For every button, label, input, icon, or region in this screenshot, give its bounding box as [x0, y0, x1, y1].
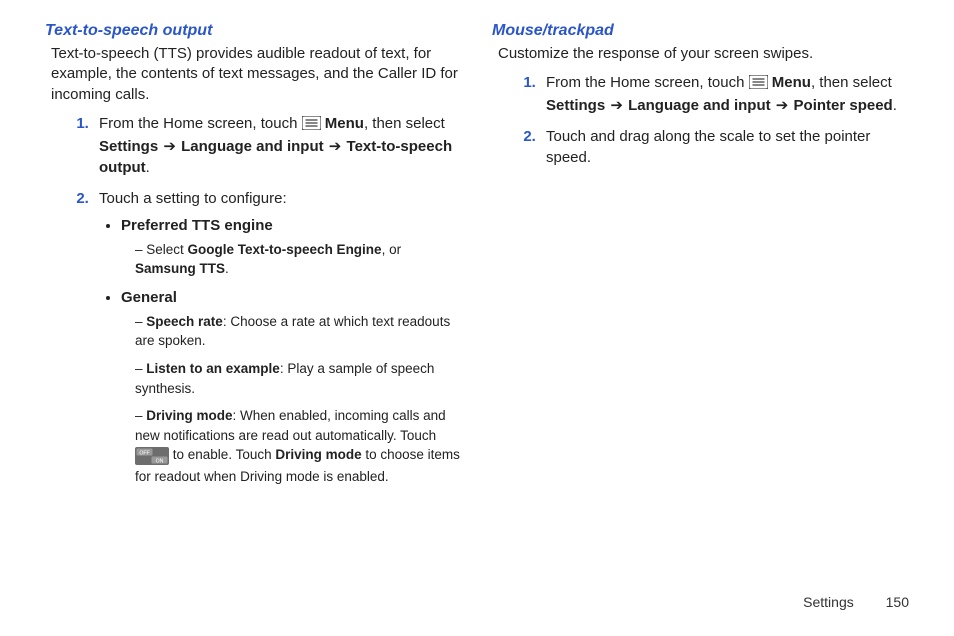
arrow-icon: ➔ [328, 136, 343, 157]
text: Select [146, 242, 187, 257]
dash-list: Select Google Text-to-speech Engine, or … [135, 240, 462, 279]
language-label: Language and input [181, 138, 324, 155]
dash-select-engine: Select Google Text-to-speech Engine, or … [135, 240, 462, 279]
page-footer: Settings 150 [803, 594, 909, 610]
arrow-icon: ➔ [609, 95, 624, 116]
bullet-general: General Speech rate: Choose a rate at wh… [121, 287, 462, 487]
menu-icon [749, 74, 768, 95]
tts-step-2: Touch a setting to configure: Preferred … [93, 188, 462, 487]
bullet-preferred-engine: Preferred TTS engine Select Google Text-… [121, 215, 462, 279]
text: . [146, 159, 150, 176]
bullet-label: Preferred TTS engine [121, 217, 273, 234]
on-label: ON [156, 459, 164, 465]
k: Speech rate [146, 314, 223, 329]
menu-label: Menu [772, 74, 811, 91]
dash-listen-example: Listen to an example: Play a sample of s… [135, 359, 462, 398]
tts-intro: Text-to-speech (TTS) provides audible re… [51, 44, 462, 105]
settings-label: Settings [99, 138, 158, 155]
bullet-label: General [121, 289, 177, 306]
footer-section: Settings [803, 594, 854, 610]
right-column: Mouse/trackpad Customize the response of… [492, 22, 909, 636]
arrow-icon: ➔ [162, 136, 177, 157]
text: From the Home screen, touch [99, 115, 302, 132]
k: Driving mode [146, 408, 232, 423]
mouse-step-1: From the Home screen, touch Menu, then s… [540, 72, 909, 116]
tts-bullets: Preferred TTS engine Select Google Text-… [103, 215, 462, 487]
text: , then select [364, 115, 445, 132]
text: to enable. Touch [173, 447, 276, 462]
mouse-heading: Mouse/trackpad [492, 22, 909, 40]
text: . [893, 97, 897, 114]
pointer-speed-label: Pointer speed [794, 97, 893, 114]
mouse-intro: Customize the response of your screen sw… [498, 44, 909, 64]
off-label: OFF [139, 451, 149, 457]
text: From the Home screen, touch [546, 74, 749, 91]
text: . [225, 261, 229, 276]
settings-label: Settings [546, 97, 605, 114]
dash-driving-mode: Driving mode: When enabled, incoming cal… [135, 406, 462, 486]
arrow-icon: ➔ [775, 95, 790, 116]
off-on-toggle-icon: OFF ON [135, 447, 169, 467]
text: , or [382, 242, 402, 257]
dash-list: Speech rate: Choose a rate at which text… [135, 312, 462, 487]
dash-speech-rate: Speech rate: Choose a rate at which text… [135, 312, 462, 351]
text: Touch and drag along the scale to set th… [546, 128, 870, 166]
footer-page-number: 150 [886, 594, 909, 610]
k: Listen to an example [146, 361, 280, 376]
menu-icon [302, 115, 321, 136]
mouse-steps: From the Home screen, touch Menu, then s… [514, 72, 909, 168]
tts-steps: From the Home screen, touch Menu, then s… [67, 113, 462, 487]
left-column: Text-to-speech output Text-to-speech (TT… [45, 22, 462, 636]
driving-mode-label: Driving mode [275, 447, 361, 462]
google-engine: Google Text-to-speech Engine [188, 242, 382, 257]
menu-label: Menu [325, 115, 364, 132]
language-label: Language and input [628, 97, 771, 114]
tts-step-1: From the Home screen, touch Menu, then s… [93, 113, 462, 178]
tts-heading: Text-to-speech output [45, 22, 462, 40]
text: , then select [811, 74, 892, 91]
text: Touch a setting to configure: [99, 190, 287, 207]
samsung-tts: Samsung TTS [135, 261, 225, 276]
mouse-step-2: Touch and drag along the scale to set th… [540, 126, 909, 168]
